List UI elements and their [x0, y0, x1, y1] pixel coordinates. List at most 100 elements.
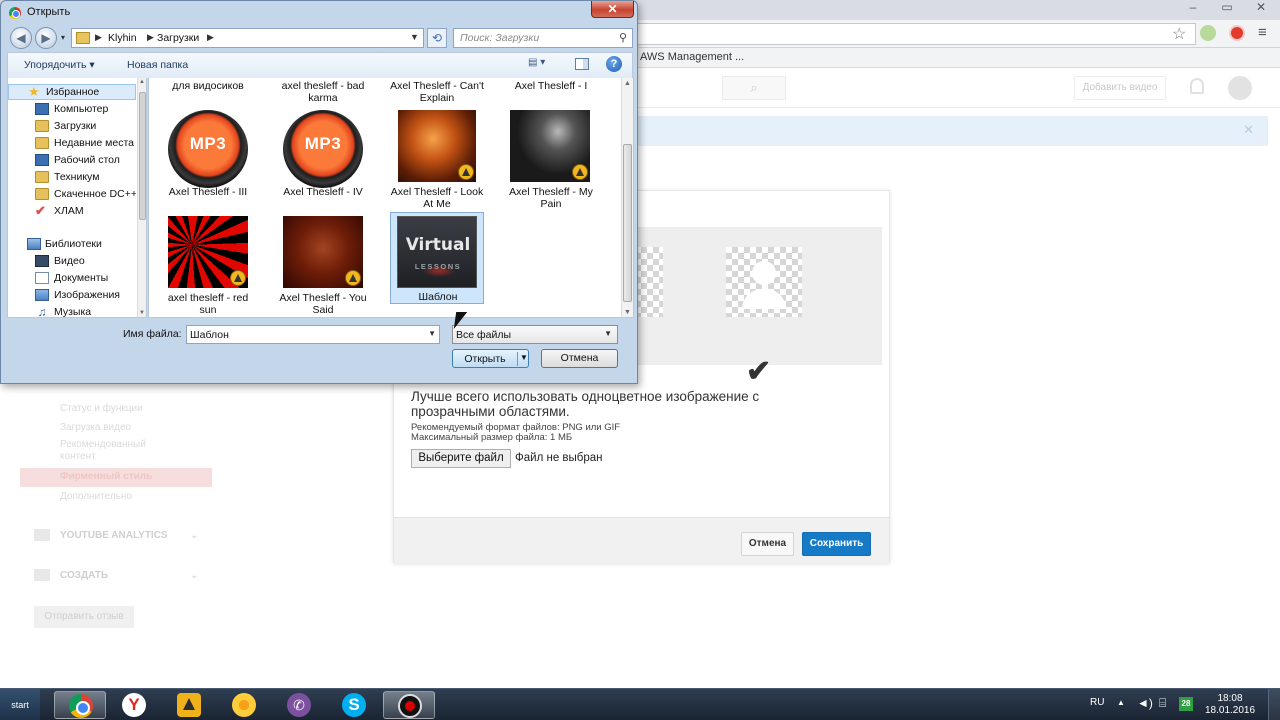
- close-window-button[interactable]: ✕: [1248, 0, 1274, 14]
- modal-save-button[interactable]: Сохранить: [802, 532, 871, 556]
- choose-file-button[interactable]: Выберите файл: [411, 449, 511, 468]
- sidebar-item-status[interactable]: Статус и функции: [60, 403, 143, 415]
- sidebar-item-pictures[interactable]: Изображения: [8, 288, 136, 304]
- extension-icon[interactable]: [1200, 25, 1216, 41]
- list-item[interactable]: MP3 Axel Thesleff - IV: [276, 110, 370, 206]
- filename-input[interactable]: Шаблон ▼: [186, 325, 440, 344]
- send-feedback-button[interactable]: Отправить отзыв: [34, 606, 134, 628]
- filetype-select[interactable]: Все файлы ▼: [452, 325, 618, 344]
- close-icon[interactable]: ✕: [1243, 122, 1254, 138]
- breadcrumb-item-user[interactable]: Klyhin: [108, 32, 137, 44]
- taskbar-aimp[interactable]: [163, 691, 215, 719]
- address-bar[interactable]: [636, 23, 1196, 45]
- folder-icon: [35, 171, 49, 183]
- taskbar-recorder[interactable]: [383, 691, 435, 719]
- chevron-right-icon[interactable]: ▶: [207, 32, 214, 43]
- network-icon[interactable]: ⌸: [1159, 696, 1166, 711]
- change-view-button[interactable]: ▤ ▾: [528, 57, 556, 73]
- sidebar-section-analytics[interactable]: YOUTUBE ANALYTICS ⌄: [34, 529, 212, 541]
- breadcrumb-item-downloads[interactable]: Загрузки: [157, 32, 199, 44]
- upload-video-button[interactable]: Добавить видео: [1074, 76, 1166, 100]
- notifications-bell-icon[interactable]: [1190, 78, 1204, 94]
- file-name: Axel Thesleff - You Said: [279, 292, 367, 316]
- scrollbar-thumb[interactable]: [623, 144, 632, 302]
- show-hidden-icons[interactable]: ▲: [1117, 698, 1125, 707]
- viber-icon: ✆: [287, 693, 311, 717]
- youtube-sidebar: Статус и функции Загрузка видео Рекоменд…: [20, 380, 212, 640]
- menu-icon[interactable]: ≡: [1258, 24, 1267, 41]
- taskbar-icq[interactable]: [218, 691, 270, 719]
- minimize-button[interactable]: –: [1180, 0, 1206, 14]
- youtube-search-button[interactable]: ⌕: [722, 76, 786, 100]
- sidebar-item-advanced[interactable]: Дополнительно: [60, 491, 132, 503]
- taskbar-yandex[interactable]: Y: [108, 691, 160, 719]
- dialog-close-button[interactable]: ✕: [591, 1, 634, 18]
- star-icon[interactable]: ☆: [1172, 24, 1186, 44]
- modal-cancel-button[interactable]: Отмена: [741, 532, 794, 556]
- sidebar-item-desktop[interactable]: Рабочий стол: [8, 153, 136, 169]
- open-button[interactable]: Открыть ▼: [452, 349, 529, 368]
- sidebar-item-favorites[interactable]: ★ Избранное: [8, 84, 136, 100]
- sidebar-item-music[interactable]: ♫ Музыка: [8, 305, 136, 317]
- sidebar-item-upload[interactable]: Загрузка видео: [60, 422, 131, 434]
- scroll-down-icon[interactable]: ▼: [139, 310, 145, 316]
- scroll-down-icon[interactable]: ▼: [624, 309, 631, 316]
- adblock-icon[interactable]: [1229, 25, 1245, 41]
- preview-pane-icon[interactable]: [575, 58, 589, 70]
- tray-app-icon[interactable]: 28: [1179, 697, 1193, 711]
- list-item[interactable]: Axel Thesleff - Look At Me: [390, 110, 484, 214]
- refresh-button[interactable]: ⟲: [427, 28, 447, 48]
- language-indicator[interactable]: RU: [1090, 697, 1104, 708]
- taskbar-chrome[interactable]: [54, 691, 106, 719]
- recent-locations-dropdown[interactable]: ▾: [61, 33, 65, 42]
- maximize-button[interactable]: ▭: [1214, 0, 1240, 14]
- sidebar-item-branding[interactable]: Фирменный стиль: [20, 468, 212, 487]
- help-icon[interactable]: ?: [606, 56, 622, 72]
- sidebar-item-khlam[interactable]: ✔ ХЛАМ: [8, 204, 136, 220]
- bookmark-aws[interactable]: AWS Management ...: [640, 51, 744, 63]
- chevron-down-icon[interactable]: ▼: [410, 32, 419, 42]
- sidebar-item-documents[interactable]: Документы: [8, 271, 136, 287]
- organize-button[interactable]: Упорядочить ▾: [24, 59, 95, 71]
- new-folder-button[interactable]: Новая папка: [127, 59, 188, 71]
- sidebar-item-recent-places[interactable]: Недавние места: [8, 136, 136, 152]
- sidebar-item-libraries[interactable]: Библиотеки: [8, 237, 136, 253]
- sidebar-section-create[interactable]: СОЗДАТЬ ⌄: [34, 569, 212, 581]
- clock[interactable]: 18:08 18.01.2016: [1205, 693, 1255, 717]
- taskbar-skype[interactable]: S: [328, 691, 380, 719]
- chevron-right-icon[interactable]: ▶: [95, 32, 102, 43]
- sidebar-item-featured[interactable]: Рекомендованный контент: [60, 439, 160, 463]
- taskbar-viber[interactable]: ✆: [273, 691, 325, 719]
- aimp-icon: [177, 693, 201, 717]
- back-button[interactable]: ◀: [10, 27, 32, 49]
- forward-button[interactable]: ▶: [35, 27, 57, 49]
- chevron-down-icon[interactable]: ▼: [428, 329, 436, 338]
- mp3-label: MP3: [189, 134, 227, 153]
- list-item-selected[interactable]: Virtual LESSONS Шаблон: [390, 212, 484, 304]
- list-item[interactable]: MP3 Axel Thesleff - III: [161, 110, 255, 206]
- list-item[interactable]: Axel Thesleff - You Said: [276, 216, 370, 316]
- scroll-up-icon[interactable]: ▲: [624, 80, 631, 87]
- list-item[interactable]: Axel Thesleff - My Pain: [504, 110, 598, 214]
- volume-icon[interactable]: ◄): [1137, 696, 1153, 710]
- cancel-button[interactable]: Отмена: [541, 349, 618, 368]
- search-input[interactable]: Поиск: Загрузки ⚲: [453, 28, 633, 48]
- start-button[interactable]: start: [0, 689, 40, 720]
- chevron-right-icon[interactable]: ▶: [147, 32, 154, 43]
- avatar[interactable]: [1228, 76, 1252, 100]
- file-list-scrollbar[interactable]: ▲ ▼: [621, 78, 633, 317]
- libraries-icon: [27, 238, 41, 250]
- breadcrumb[interactable]: ▶ Klyhin ▶ Загрузки ▶ ▼: [71, 28, 424, 48]
- sidebar-item-computer[interactable]: Компьютер: [8, 102, 136, 118]
- sidebar-item-video[interactable]: Видео: [8, 254, 136, 270]
- show-desktop-button[interactable]: [1268, 689, 1280, 720]
- scrollbar-thumb[interactable]: [139, 92, 146, 220]
- chevron-down-icon[interactable]: ▼: [520, 353, 528, 362]
- list-item[interactable]: axel thesleff - red sun: [161, 216, 255, 316]
- analytics-icon: [34, 529, 50, 541]
- scroll-up-icon[interactable]: ▲: [139, 79, 145, 85]
- sidebar-item-tekhnikum[interactable]: Техникум: [8, 170, 136, 186]
- sidebar-item-downloads[interactable]: Загрузки: [8, 119, 136, 135]
- sidebar-item-dcpp[interactable]: Скаченное DC++: [8, 187, 136, 203]
- navigation-scrollbar[interactable]: ▲ ▼: [137, 78, 146, 317]
